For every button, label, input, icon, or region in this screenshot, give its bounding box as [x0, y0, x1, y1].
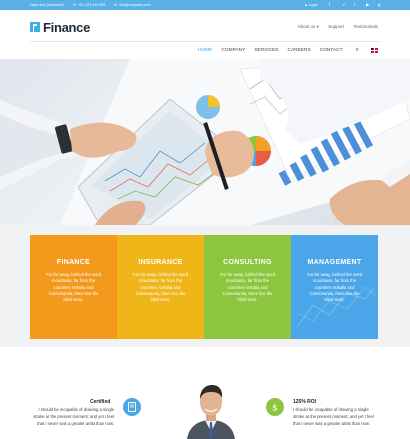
dollar-icon: $ [266, 398, 284, 416]
nav-home[interactable]: HOME [198, 48, 212, 53]
nav-careers[interactable]: CAREERS [287, 48, 310, 53]
service-title: CONSULTING [223, 259, 272, 266]
phone-number: +01 123 444 555 [78, 3, 106, 7]
phone-icon: ✆ [73, 3, 77, 7]
hero-image [0, 59, 410, 225]
nav-services[interactable]: SERVICES [254, 48, 278, 53]
service-text: Far far away, behind the word mountains,… [219, 272, 276, 303]
lock-icon: 🔒︎ [305, 3, 307, 7]
main-nav: HOME COMPANY SERVICES CAREERS CONTACT ⌕ [198, 47, 378, 54]
logo-mark-icon [30, 22, 40, 32]
email-link[interactable]: ✉ info@company.com [114, 3, 151, 7]
hero-illustration [0, 59, 410, 225]
about-us-link[interactable]: About us ▾ [290, 24, 319, 29]
service-insurance[interactable]: INSURANCE Far far away, behind the word … [117, 235, 204, 339]
graph-watermark-icon [296, 286, 376, 328]
vine-icon[interactable]: ✓ [342, 2, 346, 7]
roi-text: I should be incapable of drawing a singl… [293, 407, 374, 426]
service-consulting[interactable]: CONSULTING Far far away, behind the word… [204, 235, 291, 339]
search-icon[interactable]: ⌕ [356, 47, 359, 54]
testimonials-link[interactable]: Testimonials [353, 24, 378, 29]
certificate-icon [123, 398, 141, 416]
email-address: info@company.com [119, 3, 151, 7]
person-photo [183, 384, 239, 439]
roi-title: 125% ROI [293, 399, 317, 405]
service-title: INSURANCE [138, 259, 183, 266]
nav-company[interactable]: COMPANY [221, 48, 245, 53]
nav-contact[interactable]: CONTACT [320, 48, 343, 53]
youtube-icon[interactable]: ▶ [366, 2, 369, 7]
logo-text: Finance [43, 19, 91, 35]
service-text: Far far away, behind the word mountains,… [132, 272, 189, 303]
logo[interactable]: Finance [30, 19, 91, 35]
certified-text: I should be incapable of drawing a singl… [33, 407, 114, 426]
top-bar: Have any Questions? ✆ +01 123 444 555 ✉ in… [0, 0, 410, 10]
header-divider [30, 41, 380, 42]
phone-link[interactable]: ✆ +01 123 444 555 [73, 3, 105, 7]
utility-nav: About us ▾ Support Testimonials [282, 24, 378, 30]
services-section: FINANCE Far far away, behind the word mo… [0, 225, 410, 347]
google-plus-icon[interactable]: g [378, 2, 381, 7]
twitter-icon[interactable]: t [354, 2, 355, 7]
login-label: Login [308, 3, 318, 7]
features-section: Certified I should be incapable of drawi… [0, 347, 410, 439]
service-title: FINANCE [56, 259, 91, 266]
header: Finance About us ▾ Support Testimonials [0, 10, 410, 42]
login-link[interactable]: 🔒︎ Login [305, 3, 318, 7]
service-finance[interactable]: FINANCE Far far away, behind the word mo… [30, 235, 117, 339]
facebook-icon[interactable]: f [329, 2, 330, 7]
support-link[interactable]: Support [328, 24, 344, 29]
mail-icon: ✉ [114, 3, 118, 7]
service-management[interactable]: MANAGEMENT Far far away, behind the word… [291, 235, 378, 339]
certified-title: Certified [90, 399, 111, 405]
language-flag-icon[interactable] [370, 48, 378, 53]
question-text: Have any Questions? [30, 3, 65, 7]
svg-text:$: $ [272, 404, 278, 414]
service-text: Far far away, behind the word mountains,… [45, 272, 102, 303]
